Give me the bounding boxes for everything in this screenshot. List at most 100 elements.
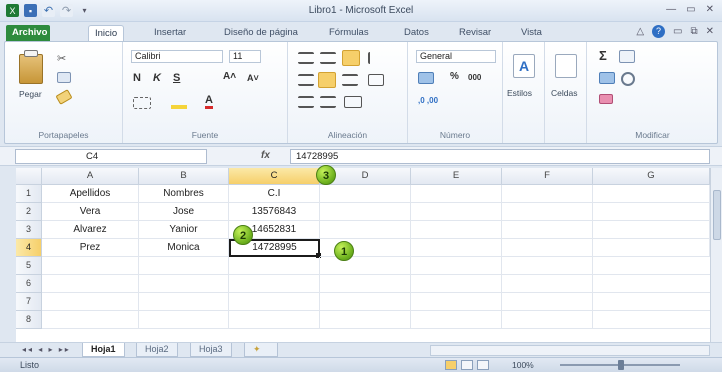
cell-b2[interactable]: Jose bbox=[139, 203, 229, 221]
grow-font-button[interactable]: A˄ bbox=[223, 71, 236, 82]
row-header-7[interactable]: 7 bbox=[16, 293, 42, 311]
font-size-select[interactable]: 11 bbox=[229, 50, 261, 63]
minimize-ribbon-icon[interactable]: △ bbox=[636, 26, 644, 37]
cell-f4[interactable] bbox=[502, 239, 593, 257]
cells-label[interactable]: Celdas bbox=[551, 88, 577, 98]
font-color-button[interactable]: A bbox=[205, 94, 213, 109]
cut-icon[interactable]: ✂ bbox=[57, 52, 69, 65]
tab-formulas[interactable]: Fórmulas bbox=[323, 25, 375, 42]
name-box[interactable]: C4 bbox=[15, 149, 207, 164]
borders-icon[interactable] bbox=[133, 97, 151, 109]
cell-g2[interactable] bbox=[593, 203, 710, 221]
insert-function-icon[interactable]: fx bbox=[261, 150, 270, 161]
row-header-2[interactable]: 2 bbox=[16, 203, 42, 221]
copy-icon[interactable] bbox=[57, 72, 71, 83]
tab-file[interactable]: Archivo bbox=[6, 25, 50, 42]
row-5-cells[interactable] bbox=[42, 257, 710, 275]
zoom-slider-knob[interactable] bbox=[618, 360, 624, 370]
align-left-icon[interactable] bbox=[298, 74, 314, 86]
clear-icon[interactable] bbox=[599, 94, 613, 104]
column-header-g[interactable]: G bbox=[593, 168, 710, 185]
column-header-e[interactable]: E bbox=[411, 168, 502, 185]
row-7-cells[interactable] bbox=[42, 293, 710, 311]
decrease-indent-icon[interactable] bbox=[298, 96, 314, 108]
paste-icon[interactable] bbox=[19, 54, 43, 84]
tab-view[interactable]: Vista bbox=[515, 25, 548, 42]
row-header-5[interactable]: 5 bbox=[16, 257, 42, 275]
merge-center-icon[interactable] bbox=[344, 96, 362, 108]
cell-f1[interactable] bbox=[502, 185, 593, 203]
maximize-button[interactable]: ▭ bbox=[686, 4, 695, 15]
align-right-icon[interactable] bbox=[342, 74, 358, 86]
insert-sheet-icon[interactable]: ✦ bbox=[244, 343, 278, 357]
cell-a3[interactable]: Alvarez bbox=[42, 221, 139, 239]
column-header-f[interactable]: F bbox=[502, 168, 593, 185]
row-header-8[interactable]: 8 bbox=[16, 311, 42, 329]
column-header-a[interactable]: A bbox=[42, 168, 139, 185]
cell-g3[interactable] bbox=[593, 221, 710, 239]
cells-icon[interactable] bbox=[555, 54, 577, 78]
column-header-b[interactable]: B bbox=[139, 168, 229, 185]
row-header-6[interactable]: 6 bbox=[16, 275, 42, 293]
window-close-icon[interactable]: ✕ bbox=[706, 26, 714, 37]
thousands-button[interactable]: 000 bbox=[468, 73, 481, 82]
percent-button[interactable]: % bbox=[450, 71, 459, 82]
font-name-select[interactable]: Calibri bbox=[131, 50, 223, 63]
shrink-font-button[interactable]: A˅ bbox=[247, 73, 259, 83]
orientation-icon[interactable] bbox=[368, 52, 382, 64]
tab-insert[interactable]: Insertar bbox=[148, 25, 192, 42]
column-header-c[interactable]: C bbox=[229, 168, 320, 185]
fill-color-icon[interactable] bbox=[171, 95, 187, 109]
align-top-icon[interactable] bbox=[298, 52, 314, 64]
cell-a4[interactable]: Prez bbox=[42, 239, 139, 257]
find-select-icon[interactable] bbox=[621, 72, 635, 86]
page-layout-view-icon[interactable] bbox=[461, 360, 473, 370]
vertical-scrollbar[interactable] bbox=[710, 168, 722, 342]
help-icon[interactable]: ? bbox=[652, 25, 666, 38]
tab-review[interactable]: Revisar bbox=[453, 25, 497, 42]
decimal-buttons[interactable]: ,0 ,00 bbox=[418, 96, 438, 105]
minimize-button[interactable]: — bbox=[666, 4, 676, 15]
cell-e4[interactable] bbox=[411, 239, 502, 257]
cell-d2[interactable] bbox=[320, 203, 411, 221]
cell-b1[interactable]: Nombres bbox=[139, 185, 229, 203]
cell-c1[interactable]: C.I bbox=[229, 185, 320, 203]
sort-filter-icon[interactable] bbox=[619, 50, 635, 63]
cell-d1[interactable] bbox=[320, 185, 411, 203]
zoom-level[interactable]: 100% bbox=[512, 360, 534, 370]
paste-label[interactable]: Pegar bbox=[19, 89, 42, 99]
tab-home[interactable]: Inicio bbox=[88, 25, 125, 42]
vertical-scroll-thumb[interactable] bbox=[713, 190, 721, 240]
sheet-tab-hoja1[interactable]: Hoja1 bbox=[82, 343, 125, 357]
close-button[interactable]: ✕ bbox=[706, 4, 714, 15]
italic-button[interactable]: K bbox=[153, 72, 161, 84]
row-8-cells[interactable] bbox=[42, 311, 710, 329]
cell-a2[interactable]: Vera bbox=[42, 203, 139, 221]
cell-b4[interactable]: Monica bbox=[139, 239, 229, 257]
fill-icon[interactable] bbox=[599, 72, 615, 84]
page-break-view-icon[interactable] bbox=[477, 360, 489, 370]
wrap-text-icon[interactable] bbox=[368, 74, 384, 86]
cell-a1[interactable]: Apellidos bbox=[42, 185, 139, 203]
styles-icon[interactable]: A bbox=[513, 54, 535, 78]
cell-e3[interactable] bbox=[411, 221, 502, 239]
normal-view-icon[interactable] bbox=[445, 360, 457, 370]
cell-c2[interactable]: 13576843 bbox=[229, 203, 320, 221]
sheet-nav-arrows[interactable]: ◂◂ ◂ ▸ ▸▸ bbox=[22, 345, 71, 354]
styles-label[interactable]: Estilos bbox=[507, 88, 532, 98]
increase-indent-icon[interactable] bbox=[320, 96, 336, 108]
bold-button[interactable]: N bbox=[133, 72, 141, 84]
row-header-3[interactable]: 3 bbox=[16, 221, 42, 239]
formula-input[interactable]: 14728995 bbox=[290, 149, 710, 164]
cell-g4[interactable] bbox=[593, 239, 710, 257]
cell-f3[interactable] bbox=[502, 221, 593, 239]
align-middle-icon[interactable] bbox=[320, 52, 336, 64]
row-header-4[interactable]: 4 bbox=[16, 239, 42, 257]
number-format-select[interactable]: General bbox=[416, 50, 496, 63]
cell-e2[interactable] bbox=[411, 203, 502, 221]
sheet-tab-hoja3[interactable]: Hoja3 bbox=[190, 343, 232, 357]
autosum-button[interactable]: Σ bbox=[599, 48, 607, 63]
cell-d3[interactable] bbox=[320, 221, 411, 239]
underline-button[interactable]: S bbox=[173, 72, 180, 84]
cell-b3[interactable]: Yanior bbox=[139, 221, 229, 239]
